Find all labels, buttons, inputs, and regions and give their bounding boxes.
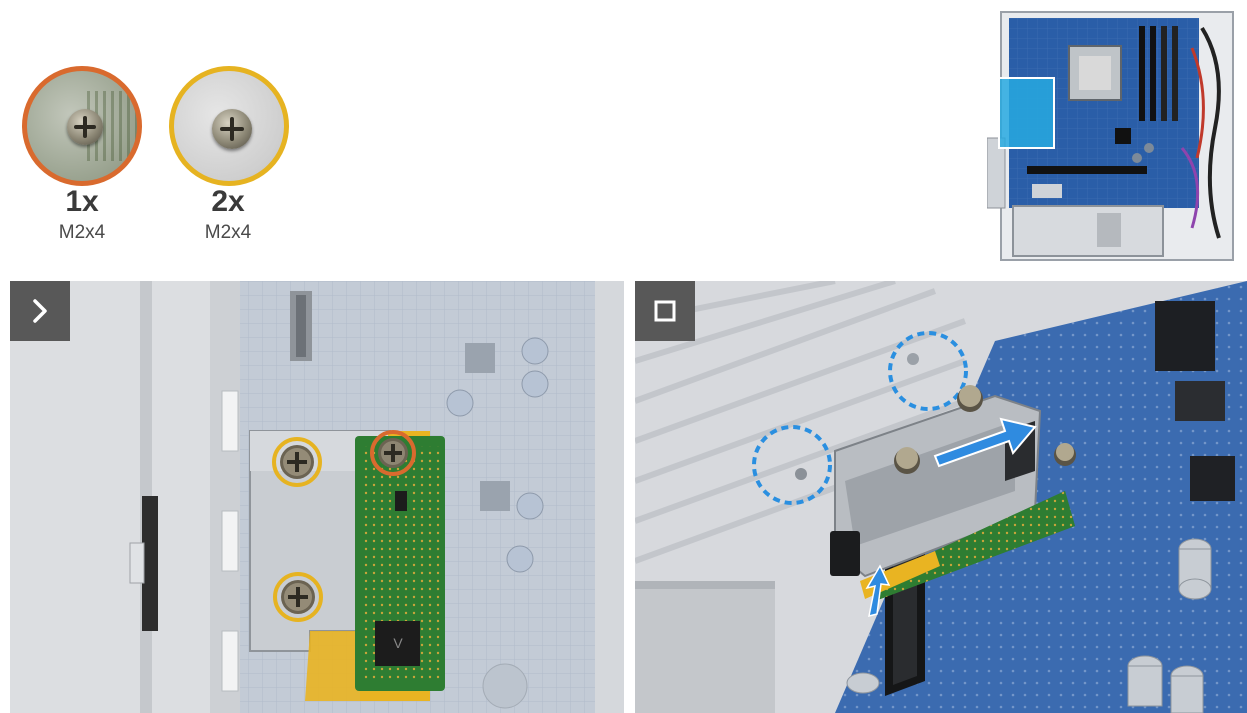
step-image-lift-module [635,281,1247,713]
screw-head-icon [67,109,103,145]
step-badge [10,281,70,341]
screw-size: M2x4 [204,222,252,243]
stop-square-icon [654,300,676,322]
screw-callout-yellow-bottom [273,572,323,622]
desktop-chassis-overview-icon [986,8,1237,264]
step-image-remove-screws: V [10,281,624,713]
screw-callout-orange [370,430,416,476]
screw-callout-yellow-top [272,437,322,487]
screw-photo-orange [22,66,142,186]
screw-count: 2x [211,185,245,218]
svg-text:V: V [393,635,403,651]
chevron-right-icon [33,299,47,323]
screw-photo-yellow [169,66,289,186]
screw-head-icon [212,109,252,149]
step-badge [635,281,695,341]
screw-count: 1x [65,185,99,218]
screw-size: M2x4 [58,222,106,243]
